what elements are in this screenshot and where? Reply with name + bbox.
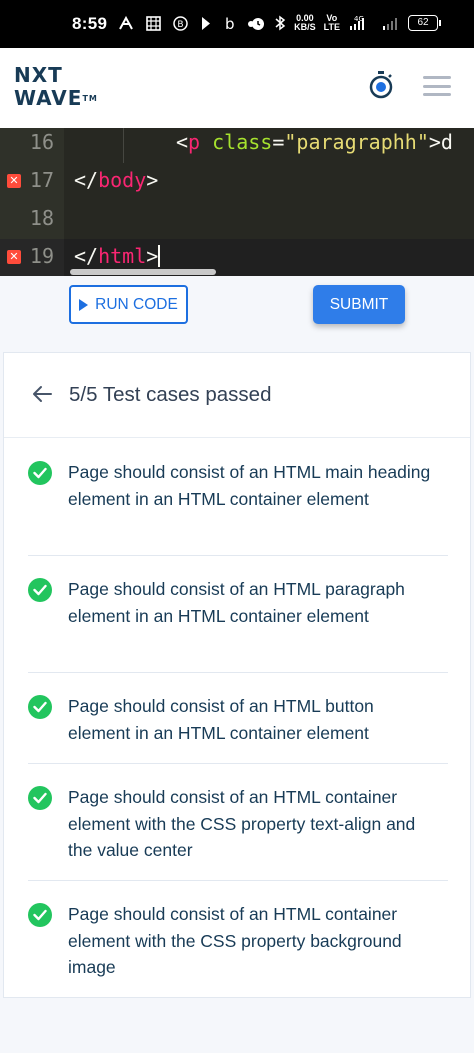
app-header: NXT WAVETM — [0, 48, 474, 128]
circle-b-icon: B — [173, 15, 188, 31]
text-cursor — [158, 245, 161, 267]
bluetooth-icon — [275, 15, 286, 31]
signal-icon: 4G — [350, 15, 364, 30]
logo-tm: TM — [82, 94, 98, 103]
code-editor[interactable]: 16 <p class="paragraphh">d ✕ 17 </body> … — [0, 128, 474, 276]
editor-horizontal-scrollbar[interactable] — [70, 269, 216, 275]
arrow-left-icon[interactable] — [31, 383, 53, 405]
editor-line: ✕ 17 </body> — [0, 163, 474, 201]
play-notification-icon — [202, 16, 210, 30]
editor-line: 18 — [0, 201, 474, 239]
network-type-1: LTE — [323, 22, 340, 32]
run-code-button[interactable]: RUN CODE — [69, 285, 188, 324]
play-icon — [79, 298, 89, 311]
hamburger-menu-icon[interactable] — [423, 76, 451, 96]
stopwatch-icon[interactable] — [368, 70, 394, 100]
notification-icons: B b — [118, 15, 254, 31]
divider — [28, 880, 448, 881]
run-code-label: RUN CODE — [95, 295, 178, 313]
alarm-icon — [252, 18, 265, 30]
svg-text:b: b — [225, 16, 235, 31]
grid-notification-icon — [146, 15, 161, 31]
status-time: 8:59 — [72, 14, 108, 33]
test-results-panel: 5/5 Test cases passed Page should consis… — [3, 352, 471, 998]
b-app-icon: b — [225, 16, 235, 31]
test-case-text: Page should consist of an HTML container… — [68, 904, 402, 978]
status-bar: 8:59 B b 0.00 KB/S Vo LTE 4G 62 — [0, 0, 474, 48]
check-circle-icon — [28, 578, 52, 602]
divider — [28, 672, 448, 673]
logo-line-2: WAVE — [14, 86, 83, 110]
line-number: 18 — [29, 206, 54, 230]
action-bar: RUN CODE SUBMIT — [0, 276, 474, 350]
editor-line: 16 <p class="paragraphh">d — [0, 128, 474, 163]
submit-label: SUBMIT — [329, 295, 389, 313]
volte-indicator: Vo LTE — [323, 13, 340, 32]
error-marker-icon[interactable]: ✕ — [7, 174, 21, 188]
test-case-text: Page should consist of an HTML main head… — [68, 462, 431, 509]
divider — [28, 555, 448, 556]
net-speed: 0.00 KB/S — [294, 14, 316, 32]
test-case-text: Page should consist of an HTML paragraph… — [68, 579, 405, 626]
results-header: 5/5 Test cases passed — [4, 353, 470, 438]
signal-2-icon — [383, 18, 397, 30]
net-speed-unit: KB/S — [294, 22, 316, 32]
check-circle-icon — [28, 461, 52, 485]
line-number: 17 — [29, 168, 54, 192]
check-circle-icon — [28, 903, 52, 927]
logo-line-1: NXT — [14, 63, 63, 87]
line-number: 19 — [29, 244, 54, 268]
check-circle-icon — [28, 786, 52, 810]
check-circle-icon — [28, 695, 52, 719]
line-number: 16 — [29, 130, 54, 154]
test-case-text: Page should consist of an HTML container… — [68, 787, 416, 861]
battery-indicator: 62 — [408, 15, 441, 31]
results-title: 5/5 Test cases passed — [69, 383, 272, 406]
system-icons: 0.00 KB/S Vo LTE 4G 62 — [250, 13, 441, 32]
bottom-area — [0, 998, 474, 1053]
nxtwave-logo[interactable]: NXT WAVETM — [14, 64, 98, 110]
svg-text:B: B — [177, 20, 183, 30]
app-notification-icon — [119, 15, 133, 30]
test-case-text: Page should consist of an HTML button el… — [68, 696, 374, 743]
divider — [28, 763, 448, 764]
submit-button[interactable]: SUBMIT — [313, 285, 405, 324]
error-marker-icon[interactable]: ✕ — [7, 250, 21, 264]
